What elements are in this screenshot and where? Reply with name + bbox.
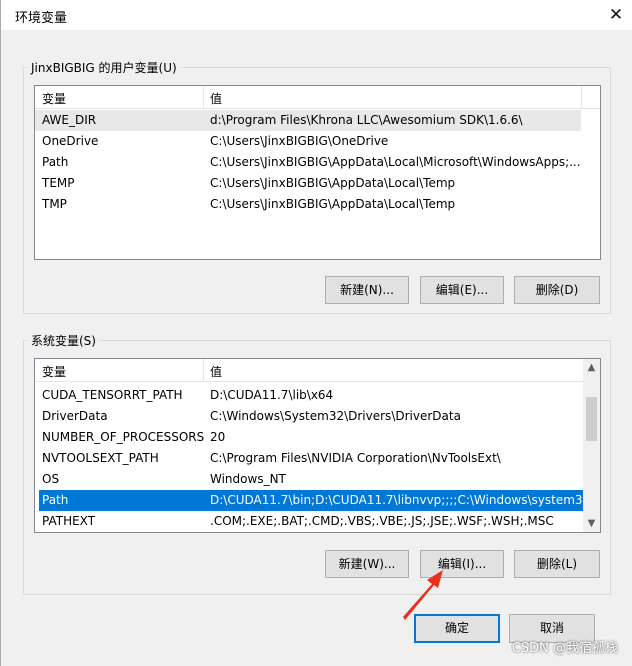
variable-value: Windows_NT (210, 472, 286, 486)
chevron-up-icon[interactable]: ▲ (583, 359, 600, 376)
variable-value: D:\CUDA11.7\bin;D:\CUDA11.7\libnvvp;;;;C… (210, 493, 582, 507)
column-header-variable[interactable]: 变量 (42, 363, 66, 380)
variable-value: C:\Users\JinxBIGBIG\OneDrive (210, 134, 389, 148)
variable-name: TMP (42, 197, 67, 211)
column-divider[interactable] (581, 86, 582, 108)
system-delete-button[interactable]: 删除(L) (514, 550, 600, 578)
scrollbar-thumb[interactable] (586, 397, 597, 441)
list-item[interactable]: AWE_DIR d:\Program Files\Khrona LLC\Awes… (35, 110, 581, 131)
column-header-variable[interactable]: 变量 (42, 90, 66, 107)
variable-value: .COM;.EXE;.BAT;.CMD;.VBS;.VBE;.JS;.JSE;.… (210, 514, 554, 528)
variable-value: C:\Program Files\NVIDIA Corporation\NvTo… (210, 451, 501, 465)
list-item[interactable]: PATHEXT .COM;.EXE;.BAT;.CMD;.VBS;.VBE;.J… (35, 511, 583, 532)
environment-variables-dialog: 环境变量 ✕ JinxBIGBIG 的用户变量(U) 变量 值 AWE_DIR … (0, 0, 632, 666)
vertical-scrollbar[interactable]: ▲ ▼ (583, 359, 600, 532)
user-variables-label: JinxBIGBIG 的用户变量(U) (28, 59, 180, 76)
variable-value: 20 (210, 430, 226, 444)
list-item[interactable]: OS Windows_NT (35, 469, 583, 490)
list-item[interactable]: Path C:\Users\JinxBIGBIG\AppData\Local\M… (35, 152, 581, 173)
user-variables-list[interactable]: 变量 值 AWE_DIR d:\Program Files\Khrona LLC… (34, 85, 601, 260)
column-header-value[interactable]: 值 (210, 90, 222, 107)
list-item[interactable]: NUMBER_OF_PROCESSORS 20 (35, 427, 583, 448)
list-item[interactable]: NVTOOLSEXT_PATH C:\Program Files\NVIDIA … (35, 448, 583, 469)
list-item[interactable]: TMP C:\Users\JinxBIGBIG\AppData\Local\Te… (35, 194, 581, 215)
close-icon[interactable]: ✕ (603, 2, 629, 28)
variable-name: Path (42, 155, 69, 169)
user-edit-button[interactable]: 编辑(E)... (420, 276, 504, 304)
variable-name: Path (42, 493, 69, 507)
list-header: 变量 值 (35, 86, 600, 109)
chevron-down-icon[interactable]: ▼ (583, 515, 600, 532)
variable-name: DriverData (42, 409, 108, 423)
list-item-selected[interactable]: Path D:\CUDA11.7\bin;D:\CUDA11.7\libnvvp… (39, 490, 583, 511)
annotation-arrow-icon (403, 570, 443, 620)
variable-name: OneDrive (42, 134, 99, 148)
window-title: 环境变量 (15, 11, 68, 26)
list-item[interactable]: DriverData C:\Windows\System32\Drivers\D… (35, 406, 583, 427)
watermark-text: CSDN @我宿孤栈 (511, 641, 618, 656)
variable-name: NUMBER_OF_PROCESSORS (42, 430, 205, 444)
variable-value: d:\Program Files\Khrona LLC\Awesomium SD… (210, 113, 523, 127)
user-delete-button[interactable]: 删除(D) (514, 276, 600, 304)
list-header: 变量 值 (35, 359, 600, 382)
variable-name: CUDA_TENSORRT_PATH (42, 388, 183, 402)
variable-name: AWE_DIR (42, 113, 97, 127)
title-bar: 环境变量 ✕ (1, 0, 632, 30)
column-header-value[interactable]: 值 (210, 363, 222, 380)
list-item[interactable]: CUDA_TENSORRT_PATH D:\CUDA11.7\lib\x64 (35, 385, 583, 406)
list-item[interactable]: TEMP C:\Users\JinxBIGBIG\AppData\Local\T… (35, 173, 581, 194)
variable-value: C:\Windows\System32\Drivers\DriverData (210, 409, 461, 423)
variable-name: NVTOOLSEXT_PATH (42, 451, 159, 465)
user-new-button[interactable]: 新建(N)... (325, 276, 409, 304)
variable-name: PATHEXT (42, 514, 96, 528)
system-variables-label: 系统变量(S) (28, 332, 99, 349)
column-divider[interactable] (203, 359, 204, 381)
variable-value: D:\CUDA11.7\lib\x64 (210, 388, 334, 402)
variable-value: C:\Users\JinxBIGBIG\AppData\Local\Temp (210, 176, 456, 190)
list-item[interactable]: OneDrive C:\Users\JinxBIGBIG\OneDrive (35, 131, 581, 152)
variable-name: TEMP (42, 176, 75, 190)
variable-value: C:\Users\JinxBIGBIG\AppData\Local\Micros… (210, 155, 580, 169)
column-divider[interactable] (203, 86, 204, 108)
variable-value: C:\Users\JinxBIGBIG\AppData\Local\Temp (210, 197, 456, 211)
variable-name: OS (42, 472, 60, 486)
system-variables-list[interactable]: 变量 值 CUDA_TENSORRT_PATH D:\CUDA11.7\lib\… (34, 358, 601, 533)
